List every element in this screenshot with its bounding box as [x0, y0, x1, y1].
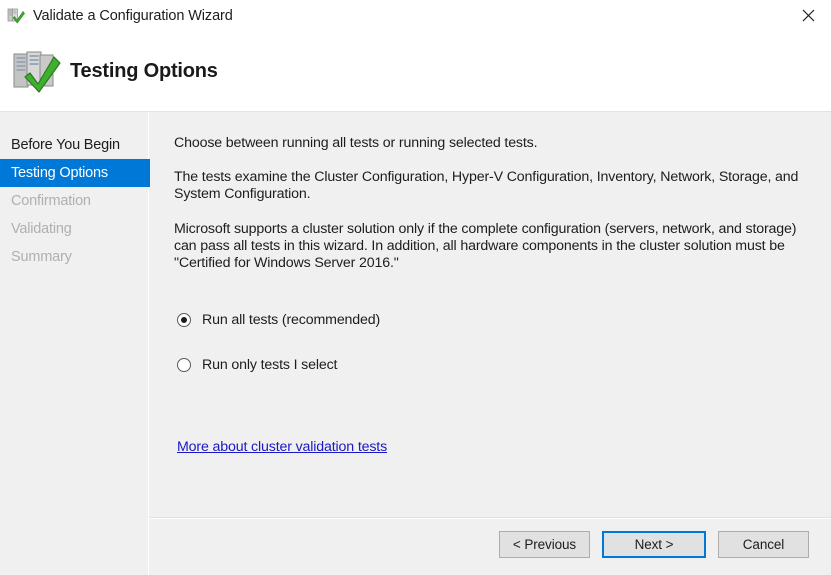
radio-run-all-tests[interactable]: Run all tests (recommended)	[177, 307, 803, 333]
cancel-button[interactable]: Cancel	[718, 531, 809, 558]
validate-configuration-wizard-window: Validate a Configuration Wizard Testing …	[0, 0, 831, 575]
radio-button-icon	[177, 358, 191, 372]
more-about-cluster-validation-tests-link[interactable]: More about cluster validation tests	[177, 439, 387, 455]
help-link-row: More about cluster validation tests	[174, 438, 803, 456]
sidebar-item-testing-options[interactable]: Testing Options	[0, 159, 157, 187]
content-pane: Choose between running all tests or runn…	[150, 113, 831, 517]
close-button[interactable]	[785, 0, 831, 31]
title-bar: Validate a Configuration Wizard	[0, 0, 831, 32]
sidebar-item-confirmation: Confirmation	[11, 193, 91, 209]
cluster-validate-large-icon	[10, 46, 62, 98]
wizard-steps-sidebar: Before You Begin Testing Options Confirm…	[0, 113, 157, 575]
radio-button-icon	[177, 313, 191, 327]
page-title: Testing Options	[70, 60, 218, 82]
intro-paragraph: Choose between running all tests or runn…	[174, 135, 538, 151]
page-header: Testing Options	[0, 32, 831, 112]
tests-description-paragraph: The tests examine the Cluster Configurat…	[174, 169, 799, 202]
radio-run-only-selected-tests-label: Run only tests I select	[202, 357, 338, 373]
sidebar-item-validating: Validating	[11, 221, 72, 237]
wizard-buttons: < Previous Next > Cancel	[499, 531, 809, 558]
cluster-validate-icon	[7, 7, 25, 25]
next-button[interactable]: Next >	[602, 531, 706, 558]
previous-button[interactable]: < Previous	[499, 531, 590, 558]
footer-bar: < Previous Next > Cancel	[150, 518, 831, 575]
test-selection-radio-group: Run all tests (recommended) Run only tes…	[174, 307, 803, 378]
support-notice-paragraph: Microsoft supports a cluster solution on…	[174, 221, 797, 271]
sidebar-item-summary: Summary	[11, 249, 72, 265]
radio-run-only-selected-tests[interactable]: Run only tests I select	[177, 352, 803, 378]
sidebar-item-before-you-begin[interactable]: Before You Begin	[0, 131, 148, 159]
window-title: Validate a Configuration Wizard	[33, 8, 233, 24]
radio-run-all-tests-label: Run all tests (recommended)	[202, 312, 381, 328]
